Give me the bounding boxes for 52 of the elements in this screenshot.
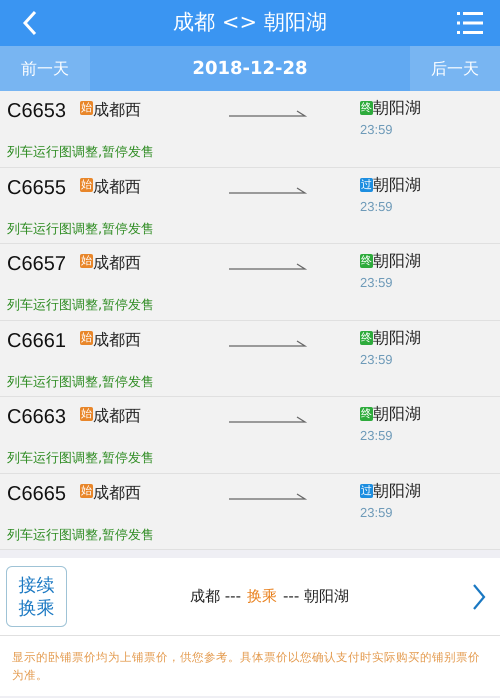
- end-badge: 终: [360, 254, 373, 268]
- arrival-station: 朝阳湖: [373, 250, 421, 272]
- departure-station: 成都西: [93, 328, 141, 350]
- departure-station: 成都西: [93, 176, 141, 198]
- menu-icon: [457, 11, 483, 35]
- notice-text: 显示的卧铺票价均为上铺票价，供您参考。具体票价以您确认支付时实际购买的铺别票价为准。: [12, 649, 481, 684]
- arrival-time: 23:59: [360, 198, 394, 216]
- arrival-time: 23:59: [360, 427, 394, 445]
- start-badge: 始: [80, 101, 93, 115]
- arrival-time: 23:59: [360, 274, 394, 292]
- start-badge: 始: [80, 407, 93, 421]
- status-text: 列车运行图调整,暂停发售: [7, 526, 156, 544]
- start-badge: 始: [80, 178, 93, 192]
- arrival-station: 朝阳湖: [373, 97, 421, 119]
- end-badge: 终: [360, 101, 373, 115]
- transfer-route-text: 成都 ---: [190, 586, 241, 608]
- date-label: 2018-12-28: [191, 57, 309, 81]
- arrival-station: 朝阳湖: [373, 403, 421, 425]
- transfer-button[interactable]: 接续换乘: [6, 566, 67, 627]
- arrival-station: 朝阳湖: [373, 480, 421, 502]
- start-badge: 始: [80, 484, 93, 498]
- status-text: 列车运行图调整,暂停发售: [7, 144, 156, 162]
- transfer-route-text: --- 朝阳湖: [283, 586, 350, 608]
- start-badge: 始: [80, 254, 93, 268]
- arrival-time: 23:59: [360, 350, 394, 368]
- departure-station: 成都西: [93, 482, 141, 504]
- train-number: C6655: [7, 176, 67, 200]
- page-title: 成都 <> 朝阳湖: [172, 9, 328, 36]
- status-text: 列车运行图调整,暂停发售: [7, 220, 156, 238]
- end-badge: 终: [360, 407, 373, 421]
- chevron-right-icon[interactable]: [472, 582, 486, 610]
- start-badge: 始: [80, 330, 93, 344]
- status-text: 列车运行图调整,暂停发售: [7, 297, 156, 315]
- train-number: C6661: [7, 328, 67, 354]
- back-icon: [22, 10, 38, 36]
- status-text: 列车运行图调整,暂停发售: [7, 450, 156, 468]
- train-number: C6653: [7, 99, 67, 124]
- arrival-time: 23:59: [360, 121, 394, 139]
- arrival-station: 朝阳湖: [373, 174, 421, 196]
- end-badge: 过: [360, 178, 373, 192]
- departure-station: 成都西: [93, 99, 141, 121]
- train-number: C6665: [7, 482, 67, 506]
- arrival-station: 朝阳湖: [373, 326, 421, 348]
- end-badge: 过: [360, 484, 373, 498]
- departure-station: 成都西: [93, 405, 141, 427]
- transfer-route-text: 换乘: [247, 586, 277, 608]
- arrival-time: 23:59: [360, 504, 394, 522]
- end-badge: 终: [360, 330, 373, 344]
- status-text: 列车运行图调整,暂停发售: [7, 374, 156, 392]
- train-number: C6663: [7, 405, 67, 430]
- train-number: C6657: [7, 252, 67, 277]
- departure-station: 成都西: [93, 252, 141, 274]
